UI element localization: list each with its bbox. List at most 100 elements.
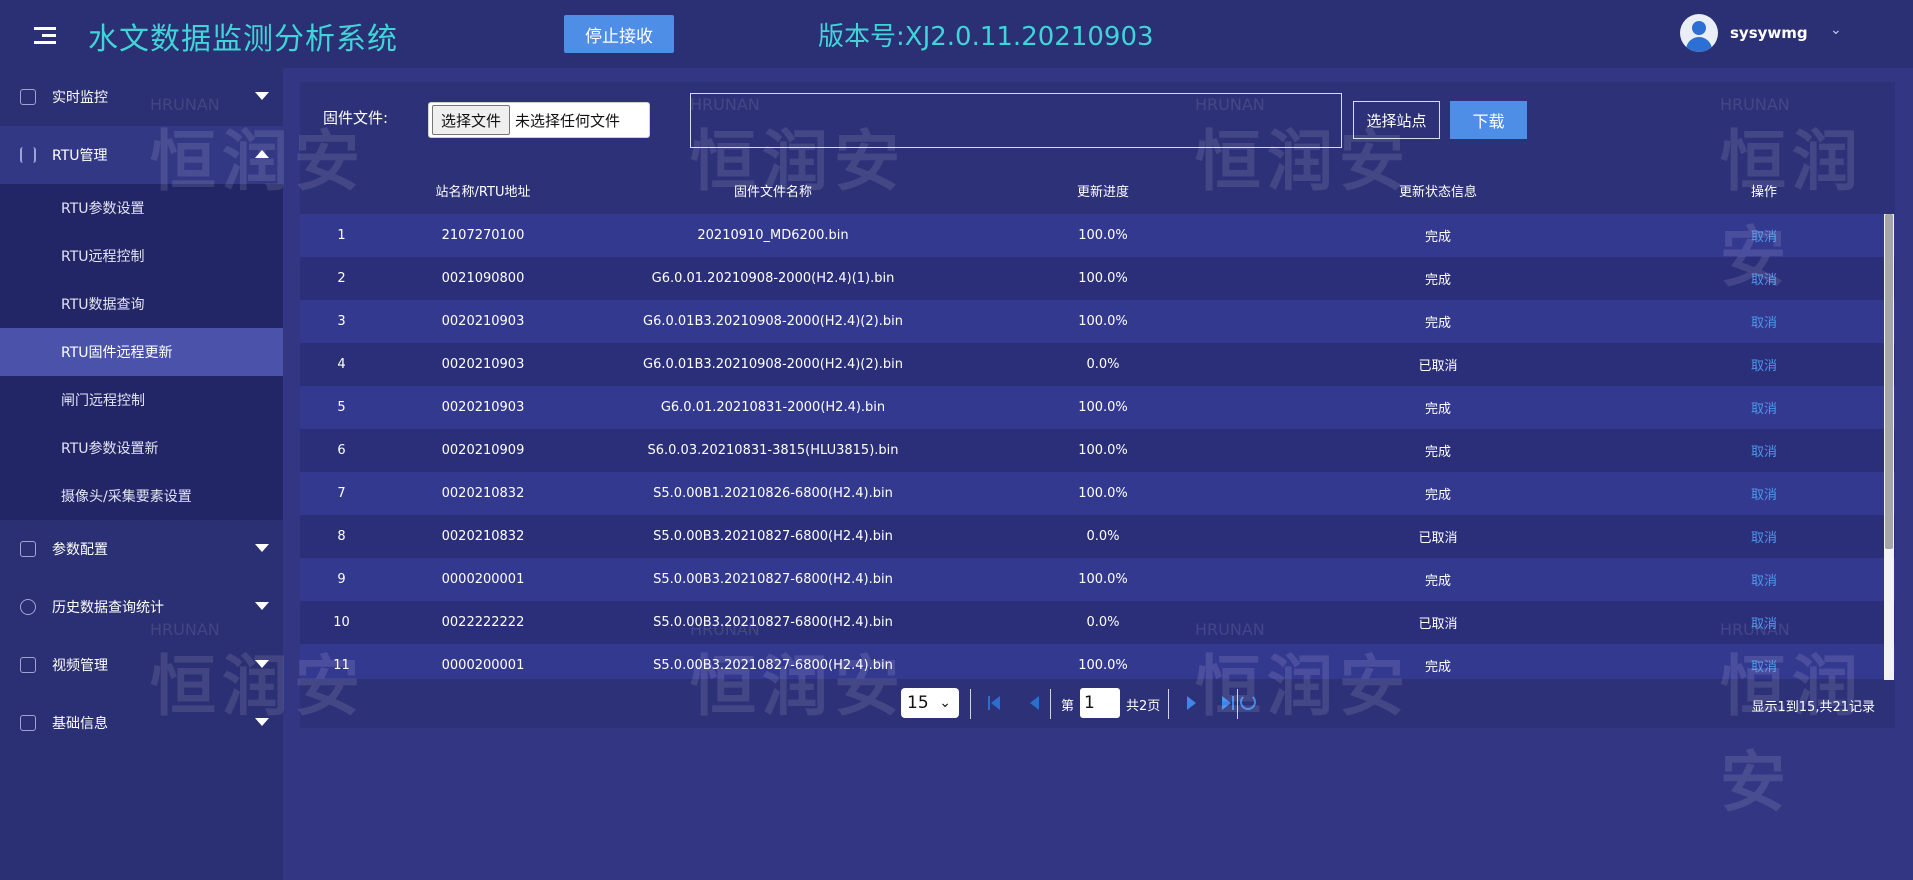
pagination-bar: 15 ⌄ 第 共2页 显示1到15,共21记录: [300, 681, 1895, 727]
next-page-icon[interactable]: [1185, 694, 1203, 712]
subnav-rtu-data-query[interactable]: RTU数据查询: [0, 280, 283, 328]
table-row: 10 0022222222 S5.0.00B3.20210827-6800(H2.4…: [300, 601, 1895, 644]
firmware-table: 站名称/RTU地址 固件文件名称 更新进度 更新状态信息 操作 1 2107270…: [300, 166, 1895, 679]
sidebar-item-param-config[interactable]: 参数配置: [0, 520, 283, 578]
pager-divider: [1237, 689, 1238, 719]
table-cell: S5.0.00B3.20210827-6800(H2.4).bin: [653, 615, 893, 630]
stop-receive-button[interactable]: 停止接收: [564, 15, 674, 53]
subnav-rtu-param-settings-new[interactable]: RTU参数设置新: [0, 424, 283, 472]
pager-divider: [1050, 689, 1051, 719]
subnav-camera-settings[interactable]: 摄像头/采集要素设置: [0, 472, 283, 520]
table-cell: G6.0.01.20210908-2000(H2.4)(1).bin: [651, 271, 895, 286]
sidebar-item-label: RTU管理: [52, 148, 108, 164]
username[interactable]: sysywmg: [1730, 24, 1808, 42]
table-cell: 0.0%: [1086, 529, 1120, 544]
cancel-link[interactable]: 取消: [1633, 570, 1895, 589]
video-icon: [20, 657, 36, 673]
menu-toggle-icon[interactable]: [34, 27, 56, 45]
table-header: 站名称/RTU地址 固件文件名称 更新进度 更新状态信息 操作: [300, 166, 1895, 214]
refresh-icon[interactable]: [1240, 694, 1256, 710]
table-cell: 0000200001: [441, 658, 525, 673]
table-cell: 7: [337, 486, 346, 501]
avatar[interactable]: [1680, 14, 1718, 52]
table-cell: S5.0.00B1.20210826-6800(H2.4).bin: [653, 486, 893, 501]
page-size-select[interactable]: 15 ⌄: [901, 688, 959, 718]
caret-down-icon: [255, 92, 269, 100]
cancel-link[interactable]: 取消: [1633, 312, 1895, 331]
table-scrollbar[interactable]: [1884, 214, 1894, 680]
table-cell: 已取消: [1418, 617, 1458, 632]
subnav-rtu-param-settings[interactable]: RTU参数设置: [0, 184, 283, 232]
sidebar: 实时监控 RTU管理 RTU参数设置 RTU远程控制 RTU数据查询 RTU固件…: [0, 68, 283, 880]
last-page-icon[interactable]: [1220, 694, 1238, 712]
table-row: 8 0020210832 S5.0.00B3.20210827-6800(H2.4)…: [300, 515, 1895, 558]
rtu-submenu: RTU参数设置 RTU远程控制 RTU数据查询 RTU固件远程更新 闸门远程控制…: [0, 184, 283, 520]
page-size-value: 15: [907, 693, 929, 713]
file-input[interactable]: 选择文件 未选择任何文件: [428, 102, 650, 138]
record-info: 显示1到15,共21记录: [1751, 700, 1876, 715]
caret-down-icon: [255, 602, 269, 610]
table-cell: 100.0%: [1078, 228, 1128, 243]
table-cell: 0020210903: [441, 400, 525, 415]
table-cell: 2107270100: [441, 228, 525, 243]
cancel-link[interactable]: 取消: [1633, 269, 1895, 288]
main-content: 固件文件: 选择文件 未选择任何文件 选择站点 下载 站名称/RTU地址 固件文…: [283, 68, 1913, 880]
sidebar-item-rtu-management[interactable]: RTU管理: [0, 126, 283, 184]
table-cell: 100.0%: [1078, 400, 1128, 415]
download-button[interactable]: 下载: [1450, 101, 1527, 139]
cancel-link[interactable]: 取消: [1633, 527, 1895, 546]
table-cell: 5: [337, 400, 346, 415]
column-header: 更新进度: [1076, 184, 1129, 200]
sidebar-item-basic-info[interactable]: 基础信息: [0, 694, 283, 752]
cancel-link[interactable]: 取消: [1633, 484, 1895, 503]
table-cell: 100.0%: [1078, 658, 1128, 673]
table-cell: 0.0%: [1086, 615, 1120, 630]
cancel-link[interactable]: 取消: [1633, 656, 1895, 675]
sidebar-item-history-stats[interactable]: 历史数据查询统计: [0, 578, 283, 636]
table-cell: 8: [337, 529, 346, 544]
prev-page-icon[interactable]: [1028, 694, 1046, 712]
table-cell: 2: [337, 271, 346, 286]
table-cell: 完成: [1424, 316, 1451, 331]
table-cell: G6.0.01.20210831-2000(H2.4).bin: [660, 400, 886, 415]
station-display-box[interactable]: [690, 93, 1342, 148]
caret-down-icon: [255, 544, 269, 552]
table-cell: 已取消: [1418, 531, 1458, 546]
table-cell: 100.0%: [1078, 271, 1128, 286]
table-row: 7 0020210832 S5.0.00B1.20210826-6800(H2.4)…: [300, 472, 1895, 515]
page-prefix: 第: [1061, 699, 1075, 714]
table-row: 5 0020210903 G6.0.01.20210831-2000(H2.4).b…: [300, 386, 1895, 429]
table-cell: 完成: [1424, 402, 1451, 417]
choose-file-button[interactable]: 选择文件: [432, 105, 511, 135]
top-header: 水文数据监测分析系统 停止接收 版本号:XJ2.0.11.20210903 sy…: [0, 0, 1913, 68]
scrollbar-thumb[interactable]: [1885, 214, 1893, 549]
chevron-down-icon[interactable]: ⌄: [1830, 22, 1842, 38]
table-cell: S6.0.03.20210831-3815(HLU3815).bin: [647, 443, 899, 458]
table-cell: 0020210903: [441, 314, 525, 329]
page-number-input[interactable]: [1080, 688, 1120, 718]
cancel-link[interactable]: 取消: [1633, 226, 1895, 245]
subnav-rtu-remote-control[interactable]: RTU远程控制: [0, 232, 283, 280]
table-row: 4 0020210903 G6.0.01B3.20210908-2000(H2.4)…: [300, 343, 1895, 386]
table-cell: 11: [333, 658, 350, 673]
table-row: 1 2107270100 20210910_MD6200.bin 100.0% 完成 取消: [300, 214, 1895, 257]
table-cell: 10: [333, 615, 350, 630]
table-cell: 完成: [1424, 574, 1451, 589]
sidebar-item-video-management[interactable]: 视频管理: [0, 636, 283, 694]
version-label: 版本号:XJ2.0.11.20210903: [818, 22, 1154, 52]
table-cell: 0021090800: [441, 271, 525, 286]
cancel-link[interactable]: 取消: [1633, 398, 1895, 417]
cancel-link[interactable]: 取消: [1633, 441, 1895, 460]
sidebar-item-label: 实时监控: [52, 90, 108, 106]
table-cell: 完成: [1424, 273, 1451, 288]
cancel-link[interactable]: 取消: [1633, 355, 1895, 374]
table-cell: 完成: [1424, 445, 1451, 460]
table-row: 9 0000200001 S5.0.00B3.20210827-6800(H2.4)…: [300, 558, 1895, 601]
first-page-icon[interactable]: [988, 694, 1006, 712]
sidebar-item-realtime-monitor[interactable]: 实时监控: [0, 68, 283, 126]
select-station-button[interactable]: 选择站点: [1353, 101, 1440, 139]
subnav-rtu-firmware-update[interactable]: RTU固件远程更新: [0, 328, 283, 376]
subnav-gate-remote-control[interactable]: 闸门远程控制: [0, 376, 283, 424]
column-header: 固件文件名称: [733, 184, 812, 200]
cancel-link[interactable]: 取消: [1633, 613, 1895, 632]
